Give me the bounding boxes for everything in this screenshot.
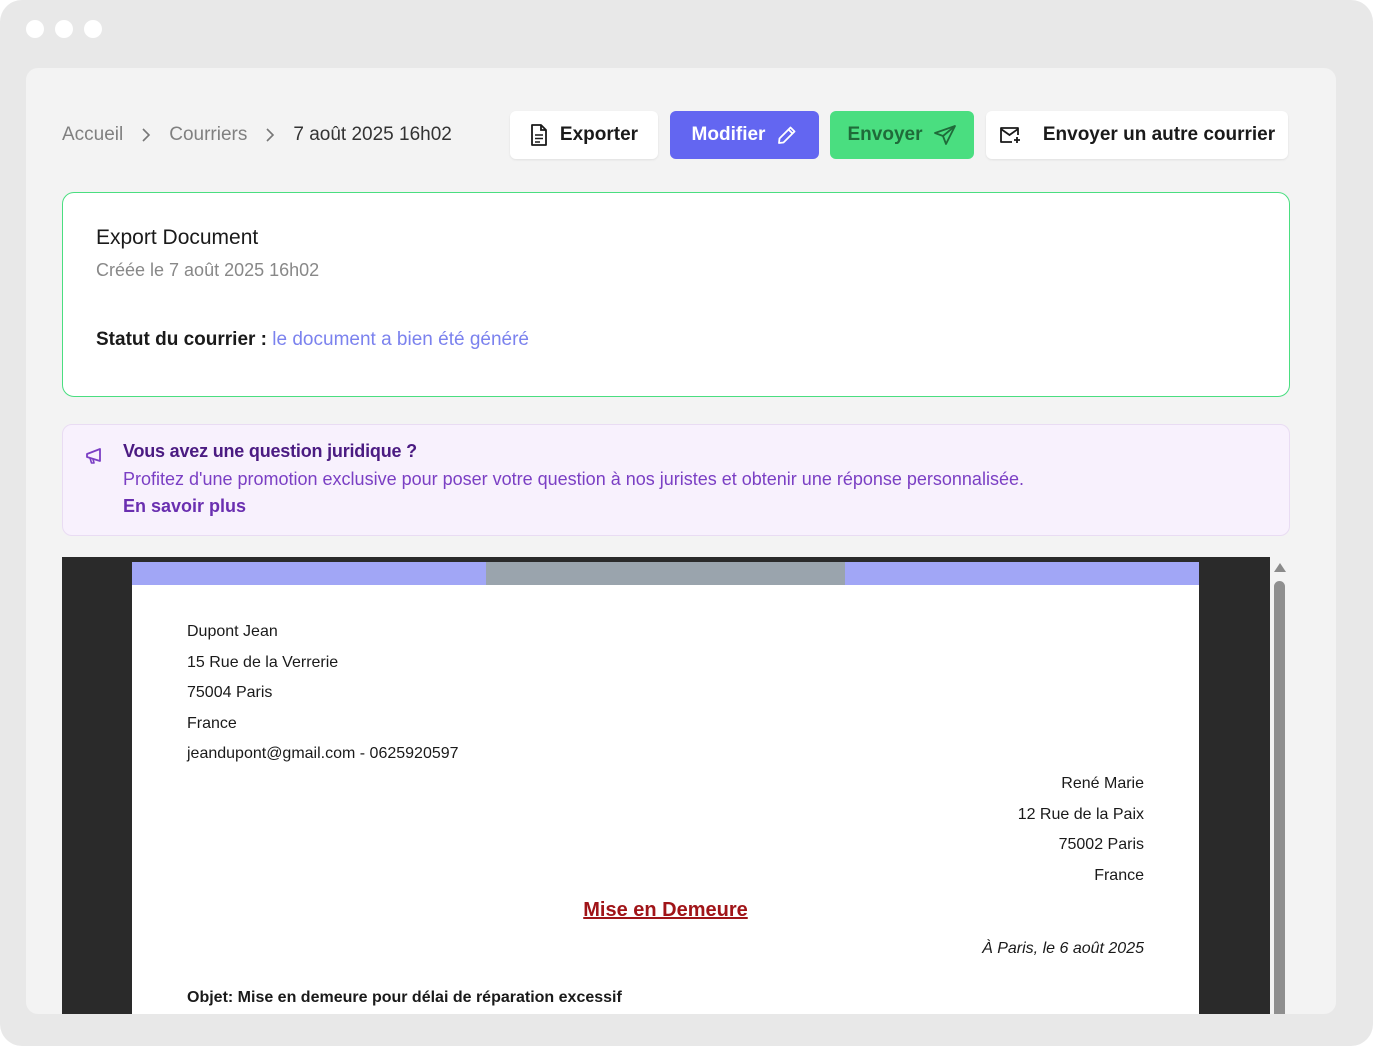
legal-question-banner: Vous avez une question juridique ? Profi… bbox=[62, 424, 1290, 536]
export-button[interactable]: Exporter bbox=[510, 111, 658, 159]
document-subject: Objet: Mise en demeure pour délai de rép… bbox=[187, 989, 622, 1006]
card-title: Export Document bbox=[96, 226, 259, 249]
promo-text: Profitez d'une promotion exclusive pour … bbox=[123, 469, 1024, 489]
scroll-up-arrow-icon[interactable] bbox=[1274, 563, 1286, 572]
sender-contact: jeandupont@gmail.com - 0625920597 bbox=[187, 745, 459, 762]
send-button[interactable]: Envoyer bbox=[830, 111, 974, 159]
sender-city: 75004 Paris bbox=[187, 684, 273, 701]
sender-country: France bbox=[187, 714, 237, 732]
mail-plus-icon bbox=[999, 126, 1021, 144]
recipient-address: René Marie 12 Rue de la Paix 75002 Paris… bbox=[1018, 769, 1144, 891]
recipient-name: René Marie bbox=[1061, 775, 1144, 792]
status-label: Statut du courrier : bbox=[96, 329, 268, 350]
recipient-city: 75002 Paris bbox=[1058, 836, 1144, 853]
breadcrumb: Accueil Courriers 7 août 2025 16h02 bbox=[62, 124, 452, 146]
send-label: Envoyer bbox=[847, 124, 923, 145]
document-page: Dupont Jean 15 Rue de la Verrerie 75004 … bbox=[132, 562, 1199, 1014]
scroll-thumb[interactable] bbox=[1274, 581, 1285, 1014]
status-value: le document a bien été généré bbox=[272, 329, 529, 350]
breadcrumb-current: 7 août 2025 16h02 bbox=[293, 124, 452, 145]
promo-title: Vous avez une question juridique ? bbox=[123, 441, 417, 461]
document-icon bbox=[530, 124, 548, 146]
status-card: Export Document Créée le 7 août 2025 16h… bbox=[62, 192, 1290, 397]
modify-button[interactable]: Modifier bbox=[670, 111, 819, 159]
paper-plane-icon bbox=[934, 125, 957, 145]
chevron-right-icon bbox=[141, 128, 151, 142]
document-preview[interactable]: Dupont Jean 15 Rue de la Verrerie 75004 … bbox=[62, 557, 1270, 1014]
pencil-icon bbox=[777, 125, 797, 145]
creation-date: Créée le 7 août 2025 16h02 bbox=[96, 260, 320, 280]
app-content: Accueil Courriers 7 août 2025 16h02 Expo… bbox=[26, 68, 1336, 1014]
page-header-band bbox=[132, 562, 1199, 585]
browser-window: Accueil Courriers 7 août 2025 16h02 Expo… bbox=[0, 0, 1373, 1046]
document-title: Mise en Demeure bbox=[583, 899, 748, 921]
send-other-letter-button[interactable]: Envoyer un autre courrier bbox=[986, 111, 1288, 159]
window-controls bbox=[26, 20, 102, 38]
chevron-right-icon bbox=[265, 128, 275, 142]
megaphone-icon bbox=[85, 447, 105, 470]
letter-status: Statut du courrier : le document a bien … bbox=[96, 329, 529, 351]
sender-name: Dupont Jean bbox=[187, 623, 278, 640]
window-dot-close[interactable] bbox=[26, 20, 44, 38]
send-other-label: Envoyer un autre courrier bbox=[1042, 124, 1276, 145]
sender-address: Dupont Jean 15 Rue de la Verrerie 75004 … bbox=[187, 617, 459, 770]
breadcrumb-home[interactable]: Accueil bbox=[62, 124, 123, 146]
window-dot-minimize[interactable] bbox=[55, 20, 73, 38]
document-scrollbar[interactable] bbox=[1270, 557, 1290, 1014]
export-label: Exporter bbox=[559, 124, 639, 145]
document-date: À Paris, le 6 août 2025 bbox=[982, 940, 1144, 957]
sender-street: 15 Rue de la Verrerie bbox=[187, 653, 339, 671]
window-dot-maximize[interactable] bbox=[84, 20, 102, 38]
modify-label: Modifier bbox=[691, 124, 766, 145]
recipient-street: 12 Rue de la Paix bbox=[1017, 805, 1144, 823]
recipient-country: France bbox=[1094, 866, 1144, 884]
breadcrumb-courriers[interactable]: Courriers bbox=[169, 124, 247, 146]
learn-more-link[interactable]: En savoir plus bbox=[123, 496, 246, 517]
